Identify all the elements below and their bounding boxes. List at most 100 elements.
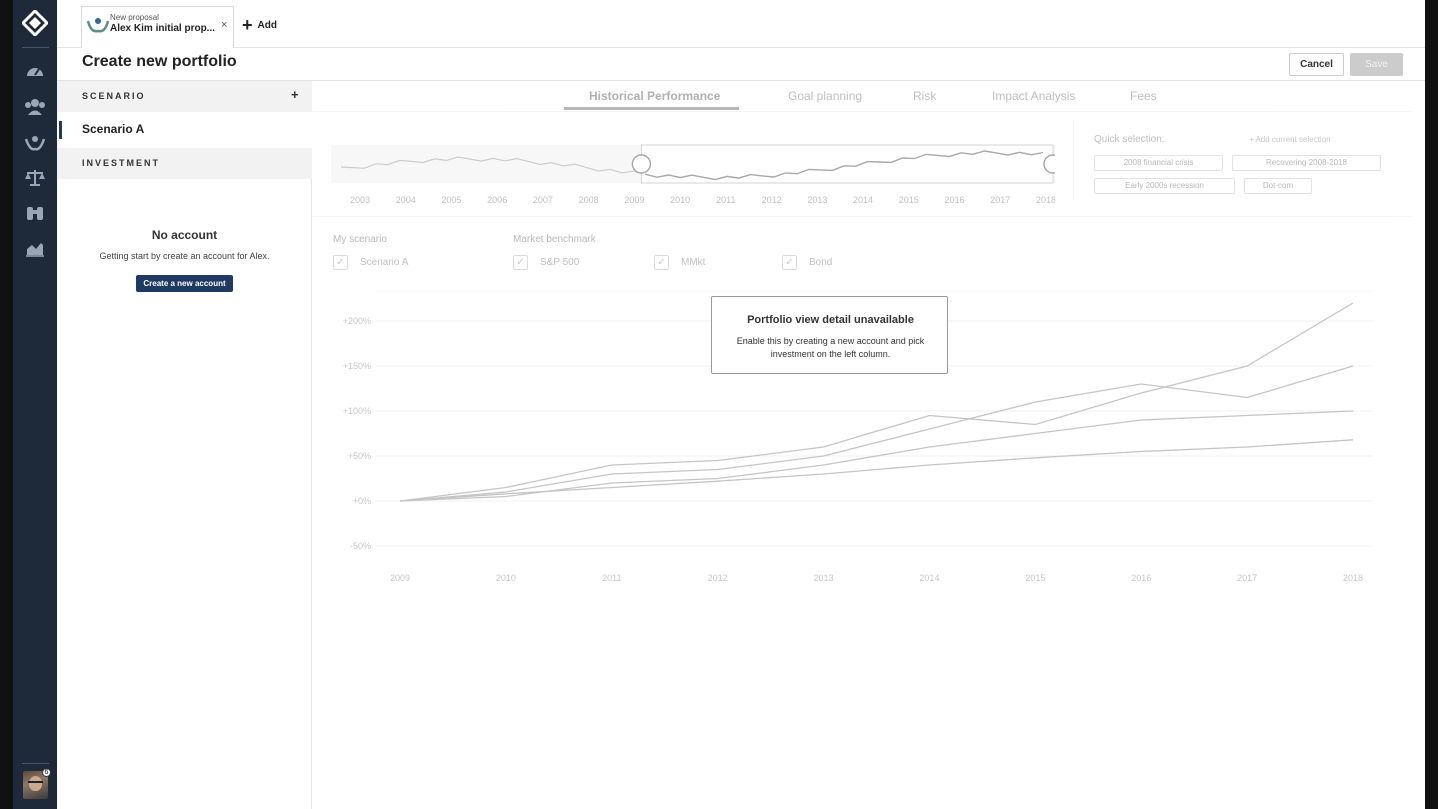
tab-impact-analysis[interactable]: Impact Analysis [992,89,1075,103]
legend-bond[interactable]: ✓ Bond [782,254,832,270]
check-icon: ✓ [782,254,797,270]
user-avatar[interactable]: 6 [23,768,51,799]
y-tick-label: +0% [353,496,371,506]
timeline-year-label: 2004 [396,195,416,205]
add-current-selection-link[interactable]: + Add current selection [1249,135,1331,144]
y-tick-label: +200% [343,316,371,326]
quick-selection-title: Quick selection: [1094,134,1165,145]
legend-label: Scenario A [360,256,409,268]
proposal-logo-icon [87,18,109,33]
chip-dot-com[interactable]: Dot-com [1244,178,1312,194]
timeline-year-label: 2016 [945,195,965,205]
x-tick-label: 2017 [1237,573,1257,583]
scenario-item-label: Scenario A [82,122,145,136]
x-tick-label: 2013 [814,573,834,583]
proposal-tab-subtitle: New proposal [110,13,159,22]
timeline-slider[interactable]: 2003 2004 2005 2006 2007 2008 2009 2010 2011 2012… [331,141,1055,211]
market-benchmark-label: Market benchmark [513,234,596,245]
scenario-section-header: SCENARIO + [57,81,312,112]
proposals-icon[interactable] [24,131,46,153]
check-icon: ✓ [333,254,348,270]
scenario-item[interactable]: Scenario A [57,112,312,148]
timeline-year-label: 2006 [487,195,507,205]
timeline-year-label: 2010 [670,195,690,205]
selected-indicator [59,121,62,139]
plus-icon: + [242,15,253,35]
series-line-2 [399,365,1354,502]
timeline-year-label: 2013 [807,195,827,205]
investment-section-header: INVESTMENT [57,148,312,179]
notification-badge: 6 [42,768,51,777]
check-icon: ✓ [513,254,528,270]
x-tick-label: 2014 [919,573,939,583]
proposal-tab[interactable]: New proposal Alex Kim initial prop... × [81,6,234,48]
x-tick-label: 2010 [496,573,516,583]
legend-scenario-a[interactable]: ✓ Scenario A [333,254,408,270]
legend-label: S&P 500 [540,256,580,268]
legend-label: Bond [809,256,833,268]
save-button[interactable]: Save [1350,53,1403,76]
clients-icon[interactable] [24,96,46,118]
avatar-glasses [28,781,43,784]
tab-bar: New proposal Alex Kim initial prop... × … [57,0,1425,48]
nav-divider-bottom [22,763,49,764]
app-window: 6 New proposal Alex Kim initial prop... … [13,0,1425,809]
timeline-year-label: 2017 [990,195,1010,205]
x-tick-label: 2015 [1025,573,1045,583]
x-tick-label: 2011 [602,573,621,583]
add-scenario-icon[interactable]: + [291,87,299,102]
dashboard-icon[interactable] [24,61,46,83]
left-panel: SCENARIO + Scenario A INVESTMENT No acco… [57,81,312,809]
add-tab-button[interactable]: + Add [242,16,277,34]
investment-header-label: INVESTMENT [82,158,161,168]
scenario-header-label: SCENARIO [82,91,146,101]
active-tab-underline [564,107,739,110]
page-header: Create new portfolio Cancel Save [57,48,1425,81]
timeline-year-label: 2009 [624,195,644,205]
check-icon: ✓ [654,254,669,270]
divider [313,216,1413,217]
x-tick-label: 2018 [1343,573,1363,583]
create-account-button[interactable]: Create a new account [136,275,233,292]
no-account-title: No account [151,228,218,242]
nav-rail: 6 [13,0,57,809]
timeline-end-handle [1043,154,1055,174]
nav-divider-top [22,47,49,48]
logo-icon[interactable] [22,10,48,36]
timeline-start-handle [631,154,652,174]
tab-fees[interactable]: Fees [1130,89,1157,103]
chart-icon[interactable] [24,237,46,259]
chip-early-2000s[interactable]: Early 2000s recession [1094,178,1235,194]
unavailable-dialog: Portfolio view detail unavailable Enable… [711,296,948,374]
y-tick-label: +100% [343,406,371,416]
y-tick-label: +150% [343,361,371,371]
timeline-year-label: 2003 [350,195,370,205]
series-line-4 [399,439,1354,502]
chip-financial-crisis[interactable]: 2008 financial crisis [1094,155,1223,171]
binoculars-icon[interactable] [24,202,46,224]
disabled-content: Historical Performance Goal planning Ris… [313,81,1425,809]
tab-goal-planning[interactable]: Goal planning [788,89,862,103]
main-panel: Historical Performance Goal planning Ris… [313,81,1425,809]
balance-icon[interactable] [24,167,46,189]
y-tick-label: -50% [350,541,371,551]
cancel-button[interactable]: Cancel [1289,53,1344,76]
timeline-year-label: 2011 [716,195,735,205]
timeline-year-label: 2012 [762,195,782,205]
close-tab-icon[interactable]: × [221,19,227,31]
timeline-year-label: 2018 [1036,195,1055,205]
quick-selection: Quick selection: + Add current selection… [1073,121,1423,201]
timeline-year-label: 2007 [533,195,553,205]
legend-sp500[interactable]: ✓ S&P 500 [513,254,579,270]
tab-risk[interactable]: Risk [913,89,936,103]
x-tick-label: 2009 [390,573,410,583]
analysis-tabs: Historical Performance Goal planning Ris… [313,81,1413,112]
my-scenario-label: My scenario [333,234,387,245]
x-tick-label: 2012 [708,573,728,583]
timeline-year-label: 2008 [579,195,599,205]
y-tick-label: +50% [348,451,371,461]
tab-historical-performance[interactable]: Historical Performance [589,89,720,103]
legend-mmkt[interactable]: ✓ MMkt [654,254,705,270]
chip-recovering[interactable]: Recovering 2008-2018 [1232,155,1381,171]
proposal-tab-title: Alex Kim initial prop... [110,23,216,34]
